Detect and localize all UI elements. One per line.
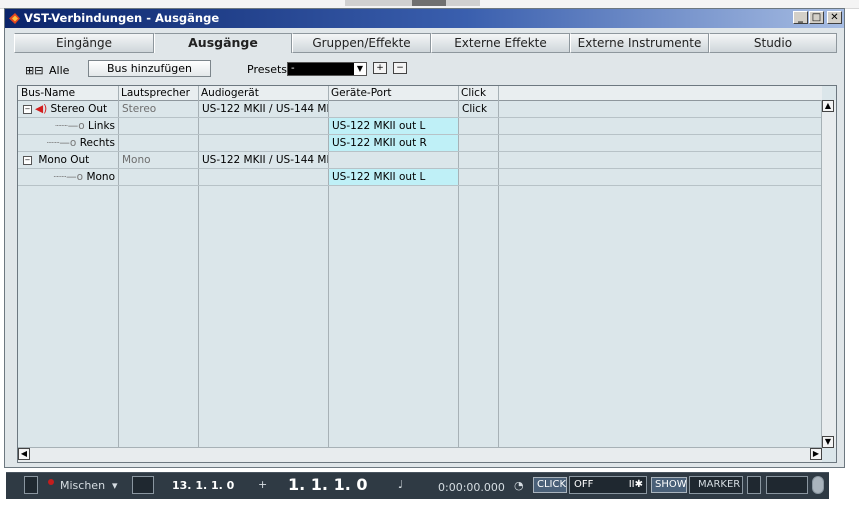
scroll-left-arrow-icon[interactable]: ◀ xyxy=(18,448,30,460)
table-row[interactable]: ┈┈—o Rechts US-122 MKII out R xyxy=(18,135,822,152)
column-header-speaker[interactable]: Lautsprecher xyxy=(118,86,197,100)
column-header-bus-name[interactable]: Bus-Name xyxy=(18,86,117,100)
lock-icon[interactable] xyxy=(812,476,824,494)
toolbar: ⊞⊟ Alle Bus hinzufügen Presets - ▼ + − xyxy=(5,59,844,81)
record-mode-led-icon xyxy=(48,479,54,485)
device-port-cell[interactable]: US-122 MKII out L xyxy=(329,169,458,185)
device-port-cell[interactable]: US-122 MKII out R xyxy=(329,135,458,151)
dropdown-arrow-icon: ▼ xyxy=(354,63,366,75)
close-button[interactable]: ✕ xyxy=(827,11,842,24)
bus-name: Links xyxy=(88,120,115,132)
maximize-button[interactable]: □ xyxy=(809,11,824,24)
collapse-icon[interactable]: − xyxy=(23,155,32,165)
remove-preset-icon[interactable]: − xyxy=(393,62,407,74)
presets-label: Presets xyxy=(247,63,288,76)
click-label: CLICK xyxy=(533,477,567,493)
audio-device-cell[interactable]: US-122 MKII / US-144 MK xyxy=(199,101,328,117)
scroll-down-arrow-icon[interactable]: ▼ xyxy=(822,436,834,448)
all-label: Alle xyxy=(49,64,70,77)
bus-name-cell[interactable]: − Mono Out xyxy=(20,152,118,168)
left-locator-icon[interactable] xyxy=(132,476,154,494)
nudge-plus-icon[interactable]: + xyxy=(258,478,267,491)
transport-panel-icon[interactable] xyxy=(24,476,38,494)
tab-studio[interactable]: Studio xyxy=(709,33,837,53)
channel-connector-icon: ┈┈—o xyxy=(55,120,85,132)
sync-icon: II✱ xyxy=(628,479,643,490)
tab-gruppen-effekte[interactable]: Gruppen/Effekte xyxy=(292,33,431,53)
speaker-cell[interactable]: Mono xyxy=(119,152,198,168)
table-row[interactable]: − Mono Out Mono US-122 MKII / US-144 MK xyxy=(18,152,822,169)
click-value: OFF xyxy=(574,479,594,490)
show-marker-button[interactable]: SHOW xyxy=(651,477,687,493)
audio-device-cell[interactable]: US-122 MKII / US-144 MK xyxy=(199,152,328,168)
expand-collapse-all-icon[interactable]: ⊞⊟ xyxy=(25,64,43,77)
channel-connector-icon: ┈┈—o xyxy=(46,137,77,149)
bus-name: Mono xyxy=(86,171,115,183)
presets-dropdown[interactable]: - ▼ xyxy=(287,62,367,76)
bus-name: Stereo Out xyxy=(50,103,108,115)
bus-table: Bus-Name Lautsprecher Audiogerät Geräte-… xyxy=(17,85,837,463)
transport-bar: Mischen ▾ 13. 1. 1. 0 + 1. 1. 1. 0 ♩ 0:0… xyxy=(6,472,829,499)
left-locator-value[interactable]: 13. 1. 1. 0 xyxy=(172,479,234,492)
table-row[interactable]: − ◀) Stereo Out Stereo US-122 MKII / US-1… xyxy=(18,101,822,118)
bus-name-cell[interactable]: ┈┈—o Links xyxy=(18,118,118,134)
tab-ausgaenge[interactable]: Ausgänge xyxy=(154,33,292,53)
bus-name-cell[interactable]: ┈┈—o Rechts xyxy=(18,135,118,151)
cubase-app-icon xyxy=(9,13,20,24)
tab-externe-effekte[interactable]: Externe Effekte xyxy=(431,33,570,53)
tab-eingaenge[interactable]: Eingänge xyxy=(14,33,154,53)
click-cell[interactable]: Click xyxy=(459,101,498,117)
add-bus-button[interactable]: Bus hinzufügen xyxy=(88,60,211,77)
click-toggle[interactable]: OFF II✱ xyxy=(569,476,647,494)
speaker-icon: ◀) xyxy=(35,103,48,115)
save-preset-icon[interactable]: + xyxy=(373,62,387,74)
mix-mode-dropdown-icon[interactable]: ▾ xyxy=(112,479,118,492)
column-header-click[interactable]: Click xyxy=(458,86,497,100)
time-display[interactable]: 0:00:00.000 xyxy=(438,481,505,494)
column-header-device-port[interactable]: Geräte-Port xyxy=(328,86,457,100)
vst-connections-window: VST-Verbindungen - Ausgänge _ □ ✕ Eingän… xyxy=(4,8,845,468)
vertical-scrollbar[interactable]: ▲ ▼ xyxy=(821,100,836,448)
tab-bar: Eingänge Ausgänge Gruppen/Effekte Extern… xyxy=(14,33,837,53)
scroll-up-arrow-icon[interactable]: ▲ xyxy=(822,100,834,112)
marker-label: MARKER xyxy=(698,479,741,490)
note-icon: ♩ xyxy=(398,478,404,491)
position-display[interactable]: 1. 1. 1. 0 xyxy=(288,475,367,494)
presets-value: - xyxy=(291,63,295,74)
clock-icon: ◔ xyxy=(514,479,524,492)
collapse-icon[interactable]: − xyxy=(23,104,32,114)
device-port-cell[interactable] xyxy=(329,101,458,117)
marker-panel[interactable]: MARKER xyxy=(689,476,743,494)
bus-name: Mono Out xyxy=(38,154,90,166)
bus-name-cell[interactable]: ┈┈—o Mono xyxy=(18,169,118,185)
device-port-cell[interactable]: US-122 MKII out L xyxy=(329,118,458,134)
bus-name: Rechts xyxy=(79,137,115,149)
layout-grid-icon[interactable] xyxy=(766,476,808,494)
table-row[interactable]: ┈┈—o Mono US-122 MKII out L xyxy=(18,169,822,186)
title-bar[interactable]: VST-Verbindungen - Ausgänge _ □ ✕ xyxy=(5,9,844,28)
background-block xyxy=(412,0,446,6)
record-mix-mode[interactable]: Mischen xyxy=(60,479,105,492)
bus-name-cell[interactable]: − ◀) Stereo Out xyxy=(20,101,118,117)
marker-slot-icon[interactable] xyxy=(747,476,761,494)
column-header-audio-device[interactable]: Audiogerät xyxy=(198,86,327,100)
tab-externe-instrumente[interactable]: Externe Instrumente xyxy=(570,33,709,53)
minimize-button[interactable]: _ xyxy=(793,11,808,24)
horizontal-scrollbar[interactable]: ◀ ▶ xyxy=(18,447,822,462)
table-row[interactable]: ┈┈—o Links US-122 MKII out L xyxy=(18,118,822,135)
channel-connector-icon: ┈┈—o xyxy=(53,171,84,183)
speaker-cell[interactable]: Stereo xyxy=(119,101,198,117)
table-header: Bus-Name Lautsprecher Audiogerät Geräte-… xyxy=(18,86,822,101)
window-title: VST-Verbindungen - Ausgänge xyxy=(24,11,220,25)
scroll-right-arrow-icon[interactable]: ▶ xyxy=(810,448,822,460)
